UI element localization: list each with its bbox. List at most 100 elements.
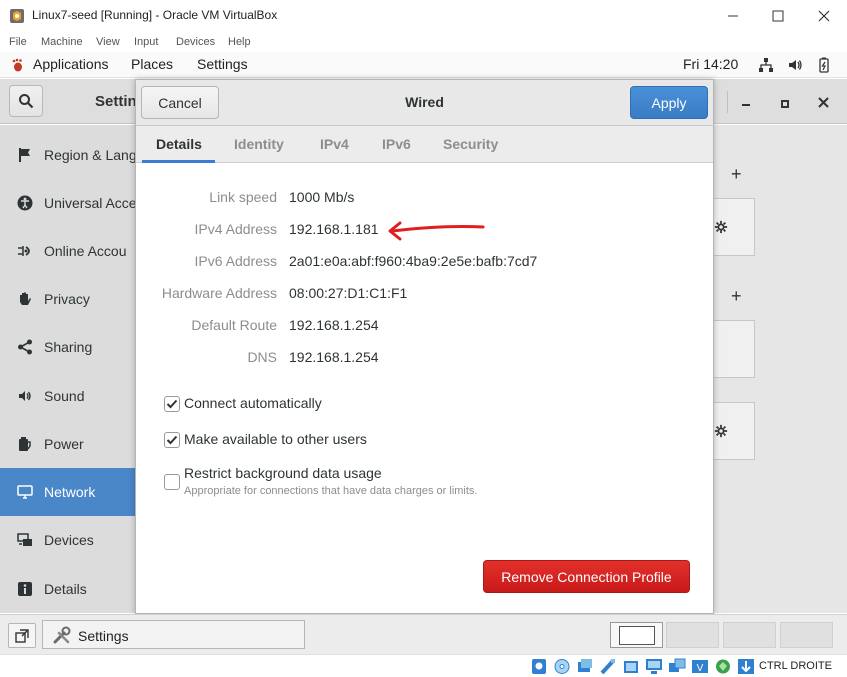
- menu-machine[interactable]: Machine: [41, 36, 83, 48]
- settings-maximize-button[interactable]: [780, 96, 790, 112]
- sidebar-item-label: Details: [44, 581, 87, 597]
- tab-security[interactable]: Security: [443, 136, 498, 152]
- default-route-value: 192.168.1.254: [289, 317, 379, 333]
- sidebar-item-region[interactable]: Region & Lang: [0, 131, 137, 179]
- accessibility-icon: [16, 194, 34, 212]
- minimize-button[interactable]: [710, 4, 756, 28]
- taskbar-settings-button[interactable]: Settings: [42, 620, 305, 649]
- host-key-label: CTRL DROITE: [759, 660, 832, 672]
- header-divider: [727, 91, 728, 113]
- add-vpn-icon[interactable]: +: [731, 286, 742, 307]
- sidebar-item-sharing[interactable]: Sharing: [0, 323, 136, 371]
- sidebar-item-label: Sharing: [44, 339, 93, 355]
- audio-icon[interactable]: [576, 658, 594, 675]
- maximize-icon: [772, 10, 784, 22]
- ipv4-address-label: IPv4 Address: [194, 221, 278, 237]
- settings-tools-icon: [53, 626, 71, 644]
- workspace-4[interactable]: [780, 622, 833, 648]
- dns-value: 192.168.1.254: [289, 349, 379, 365]
- taskbar-settings-label: Settings: [78, 628, 129, 644]
- power-icon: [16, 435, 34, 453]
- settings-app-menu[interactable]: Settings: [197, 56, 248, 72]
- ipv6-address-value: 2a01:e0a:abf:f960:4ba9:2e5e:bafb:7cd7: [289, 253, 538, 269]
- sidebar-item-privacy[interactable]: Privacy: [0, 275, 136, 323]
- mouse-integration-icon[interactable]: [737, 658, 755, 675]
- restrict-background-data-checkbox[interactable]: [164, 474, 180, 490]
- menu-help[interactable]: Help: [228, 36, 251, 48]
- active-tab-indicator: [142, 160, 215, 163]
- workspace-2[interactable]: [666, 622, 719, 648]
- show-desktop-icon: [15, 628, 29, 643]
- menu-file[interactable]: File: [9, 36, 27, 48]
- minimize-icon: [728, 15, 738, 17]
- places-menu[interactable]: Places: [131, 56, 173, 72]
- applications-menu[interactable]: Applications: [33, 56, 109, 72]
- sidebar-item-devices[interactable]: Devices: [0, 516, 136, 564]
- clock[interactable]: Fri 14:20: [683, 56, 738, 72]
- usb-icon[interactable]: [599, 658, 617, 675]
- sidebar-item-sound[interactable]: Sound: [0, 372, 136, 420]
- cpu-acceleration-icon[interactable]: [714, 658, 732, 675]
- available-to-all-users-label[interactable]: Make available to other users: [184, 431, 367, 447]
- network-adapter-icon[interactable]: [668, 658, 686, 675]
- online-accounts-icon: [16, 242, 34, 260]
- optical-drive-icon[interactable]: [553, 658, 571, 675]
- menu-input[interactable]: Input: [134, 36, 158, 48]
- apply-button[interactable]: Apply: [630, 86, 708, 119]
- close-icon: [818, 97, 829, 108]
- connect-automatically-checkbox[interactable]: [164, 396, 180, 412]
- workspace-3[interactable]: [723, 622, 776, 648]
- tab-identity[interactable]: Identity: [234, 136, 284, 152]
- connect-automatically-label[interactable]: Connect automatically: [184, 395, 322, 411]
- workspace-1[interactable]: [610, 622, 663, 648]
- window-title: Linux7-seed [Running] - Oracle VM Virtua…: [32, 8, 278, 22]
- sidebar-item-universal-access[interactable]: Universal Acce: [0, 179, 137, 227]
- workspace-preview: [619, 626, 655, 645]
- ipv4-address-value: 192.168.1.181: [289, 221, 379, 237]
- hardware-address-value: 08:00:27:D1:C1:F1: [289, 285, 408, 301]
- display-icon[interactable]: [645, 658, 663, 675]
- gnome-bottom-panel: Settings: [0, 614, 847, 654]
- sidebar-item-label: Power: [44, 436, 84, 452]
- restrict-background-data-label[interactable]: Restrict background data usage: [184, 465, 382, 481]
- show-desktop-button[interactable]: [8, 623, 36, 648]
- sidebar-item-online-accounts[interactable]: Online Accou: [0, 227, 136, 275]
- speaker-icon: [16, 387, 34, 405]
- menu-view[interactable]: View: [96, 36, 120, 48]
- restrict-background-data-hint: Appropriate for connections that have da…: [184, 485, 478, 497]
- info-icon: [16, 580, 34, 598]
- tab-ipv4[interactable]: IPv4: [320, 136, 349, 152]
- dns-label: DNS: [247, 349, 277, 365]
- settings-search-button[interactable]: [9, 85, 43, 117]
- gnome-top-bar: Applications Places Settings Fri 14:20: [0, 52, 847, 78]
- battery-icon[interactable]: [816, 57, 832, 73]
- settings-close-button[interactable]: [818, 95, 829, 111]
- shared-folders-icon[interactable]: [622, 658, 640, 675]
- hand-icon: [16, 290, 34, 308]
- network-wired-icon[interactable]: [758, 57, 774, 73]
- close-button[interactable]: [801, 4, 847, 28]
- sidebar-item-network[interactable]: Network: [0, 468, 136, 516]
- sidebar-item-label: Universal Acce: [44, 195, 137, 211]
- share-icon: [16, 338, 34, 356]
- volume-icon[interactable]: [787, 57, 803, 73]
- maximize-button[interactable]: [755, 4, 801, 28]
- available-to-all-users-checkbox[interactable]: [164, 432, 180, 448]
- sidebar-item-details[interactable]: Details: [0, 565, 136, 613]
- sidebar-item-label: Privacy: [44, 291, 90, 307]
- sidebar-item-label: Network: [44, 484, 96, 500]
- remove-connection-profile-button[interactable]: Remove Connection Profile: [483, 560, 690, 593]
- close-icon: [818, 10, 830, 22]
- settings-minimize-button[interactable]: [741, 94, 751, 110]
- tab-details[interactable]: Details: [156, 136, 202, 152]
- virtualbox-logo-icon: [10, 9, 24, 23]
- video-capture-icon[interactable]: V: [691, 658, 709, 675]
- tab-ipv6[interactable]: IPv6: [382, 136, 411, 152]
- sidebar-item-label: Region & Lang: [44, 147, 137, 163]
- sidebar-item-power[interactable]: Power: [0, 420, 136, 468]
- annotation-arrow-icon: [388, 221, 485, 241]
- sidebar-item-label: Online Accou: [44, 243, 127, 259]
- add-connection-icon[interactable]: +: [731, 164, 742, 185]
- menu-devices[interactable]: Devices: [176, 36, 215, 48]
- hard-disk-icon[interactable]: [530, 658, 548, 675]
